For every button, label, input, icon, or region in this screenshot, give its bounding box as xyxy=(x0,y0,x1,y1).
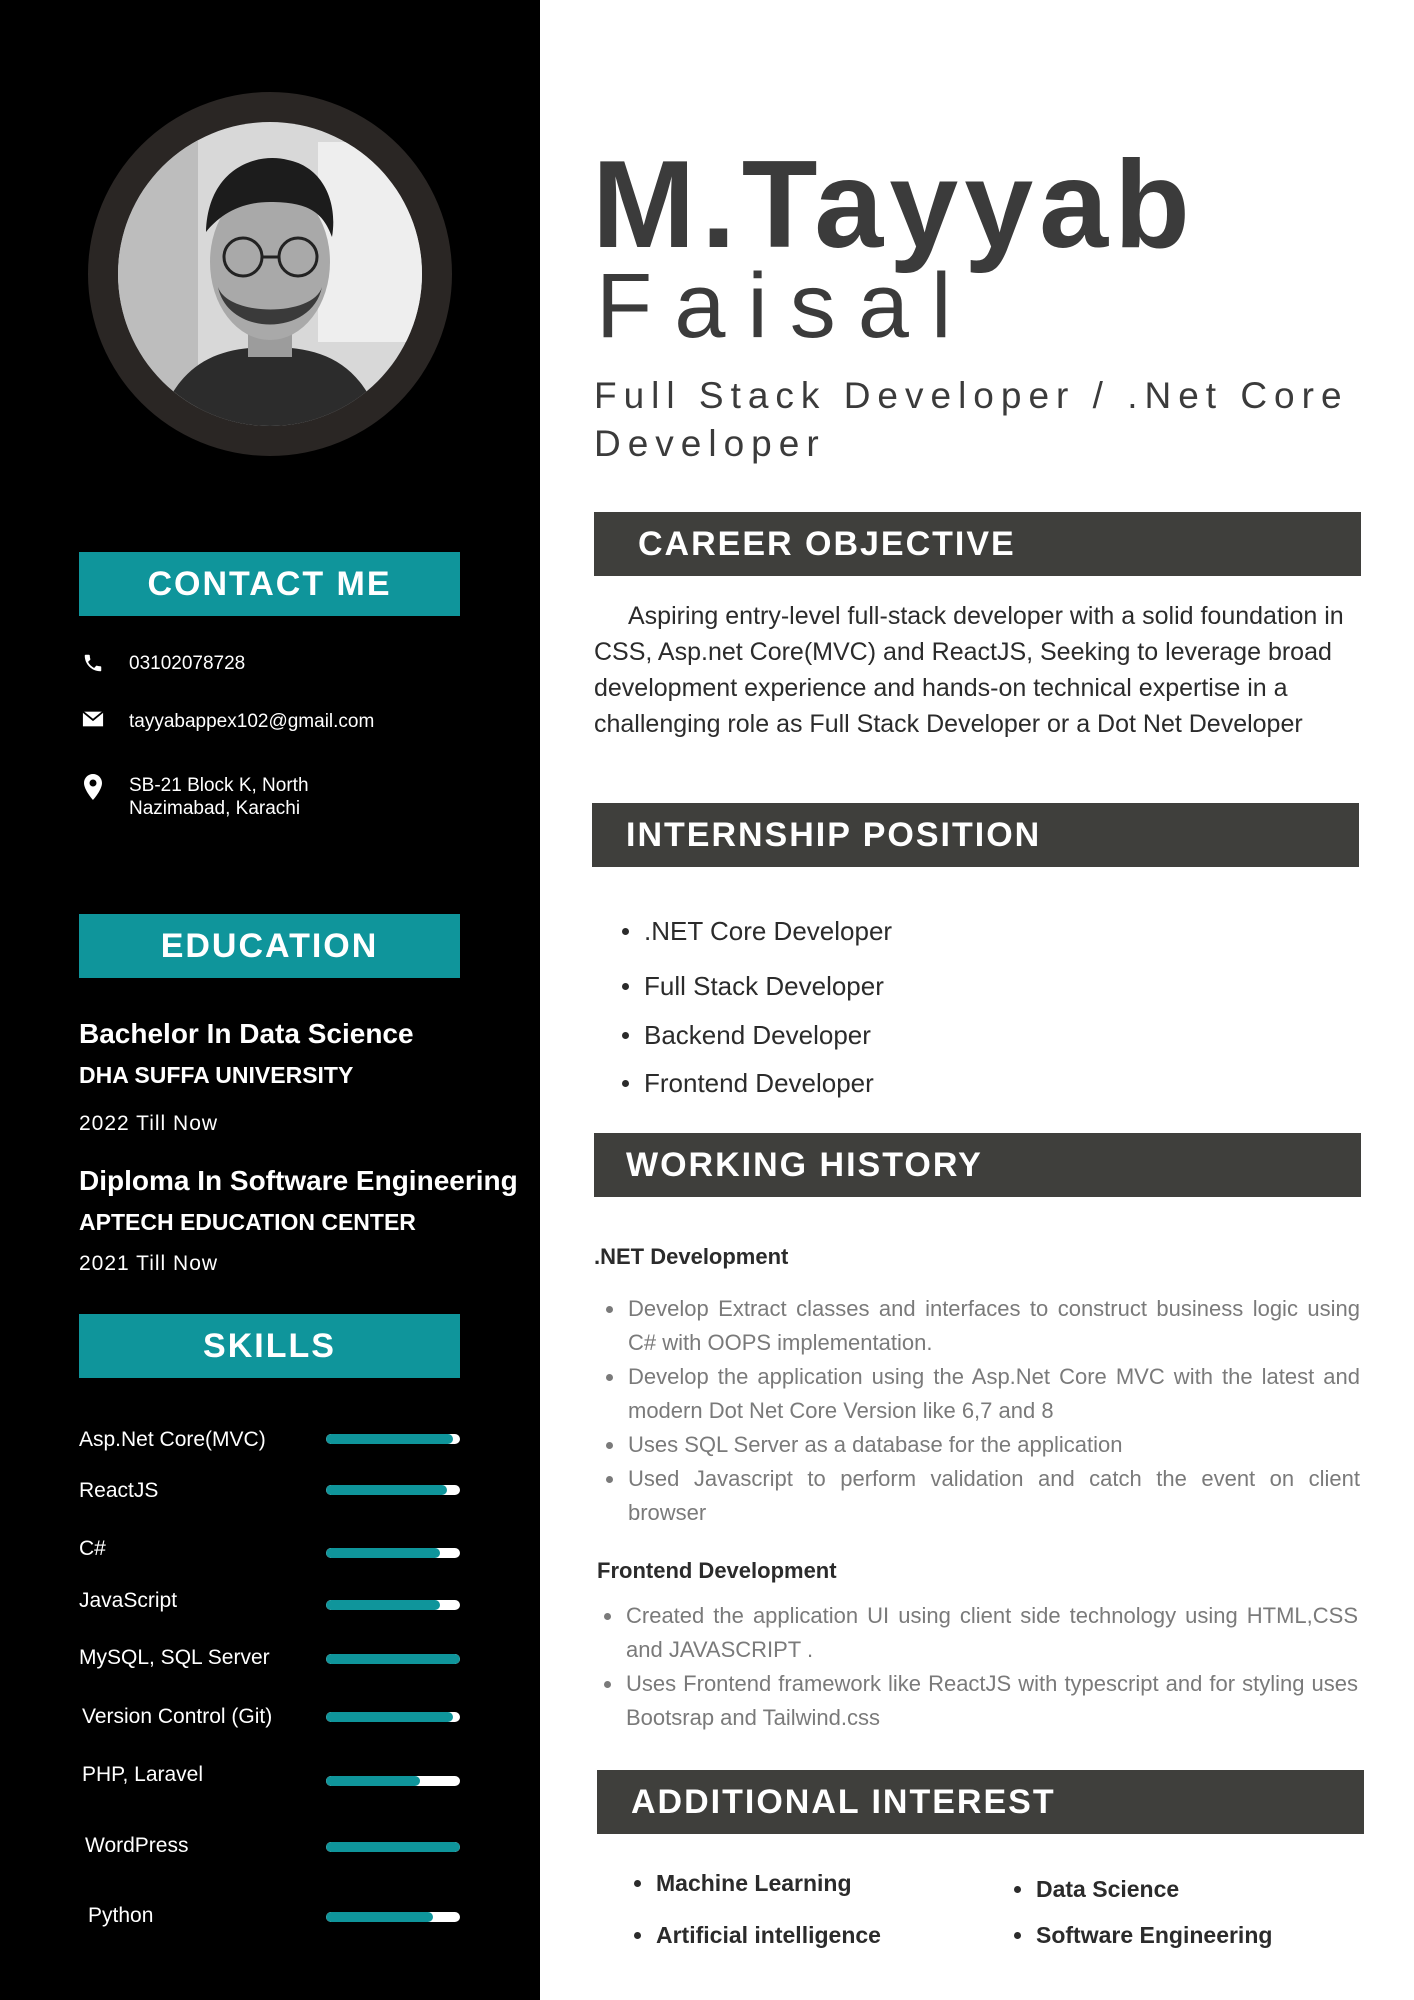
education-degree: Bachelor In Data Science xyxy=(79,1018,414,1049)
work-section-title: .NET Development xyxy=(594,1244,789,1269)
interests-list-left: Machine Learning Artificial intelligence xyxy=(622,1868,881,1950)
skill-name: PHP, Laravel xyxy=(82,1763,204,1786)
additional-interest-heading: ADDITIONAL INTEREST xyxy=(597,1770,1364,1834)
skill-bar-fill xyxy=(326,1912,434,1922)
skill-bar xyxy=(326,1912,460,1922)
list-item: Backend Developer xyxy=(610,1018,892,1052)
profile-photo xyxy=(118,122,422,426)
contact-heading: CONTACT ME xyxy=(79,552,460,616)
work-list: Created the application UI using client … xyxy=(592,1599,1358,1735)
education-heading: EDUCATION xyxy=(79,914,460,978)
education-years: 2022 Till Now xyxy=(79,1112,219,1135)
skill-bar-fill xyxy=(326,1654,460,1664)
phone-number[interactable]: 03102078728 xyxy=(129,652,245,675)
list-item: .NET Core Developer xyxy=(610,914,892,948)
list-item: Machine Learning xyxy=(622,1868,881,1898)
internship-heading: INTERNSHIP POSITION xyxy=(592,803,1359,867)
skill-bar-fill xyxy=(326,1776,420,1786)
skill-name: Version Control (Git) xyxy=(82,1705,273,1728)
skill-bar xyxy=(326,1842,460,1852)
phone-icon xyxy=(79,652,107,680)
list-item: Artificial intelligence xyxy=(622,1920,881,1950)
address: SB-21 Block K, North Nazimabad, Karachi xyxy=(129,774,309,820)
career-objective-heading: CAREER OBJECTIVE xyxy=(594,512,1361,576)
address-line-2: Nazimabad, Karachi xyxy=(129,798,301,819)
education-school: DHA SUFFA UNIVERSITY xyxy=(79,1062,354,1088)
working-history-heading: WORKING HISTORY xyxy=(594,1133,1361,1197)
location-pin-icon xyxy=(79,774,107,802)
skill-bar-fill xyxy=(326,1600,440,1610)
skill-bar xyxy=(326,1776,460,1786)
list-item: Full Stack Developer xyxy=(610,969,892,1003)
list-item: Frontend Developer xyxy=(610,1066,892,1100)
education-years: 2021 Till Now xyxy=(79,1252,219,1275)
interests-list-right: Data Science Software Engineering xyxy=(1002,1874,1272,1950)
list-item: Used Javascript to perform validation an… xyxy=(594,1462,1360,1530)
skill-bar-fill xyxy=(326,1485,447,1495)
work-section-title: Frontend Development xyxy=(597,1558,837,1583)
skill-bar xyxy=(326,1485,460,1495)
skill-bar xyxy=(326,1434,460,1444)
list-item: Uses SQL Server as a database for the ap… xyxy=(594,1428,1360,1462)
skill-name: JavaScript xyxy=(79,1589,178,1612)
list-item: Develop the application using the Asp.Ne… xyxy=(594,1360,1360,1428)
education-school: APTECH EDUCATION CENTER xyxy=(79,1209,416,1235)
skill-name: Python xyxy=(88,1904,154,1927)
list-item: Software Engineering xyxy=(1002,1920,1272,1950)
skills-heading: SKILLS xyxy=(79,1314,460,1378)
work-list: Develop Extract classes and interfaces t… xyxy=(594,1292,1360,1530)
skill-name: MySQL, SQL Server xyxy=(79,1646,270,1669)
profile-photo-frame xyxy=(88,92,452,456)
last-name: Faisal xyxy=(596,255,974,357)
skill-bar xyxy=(326,1600,460,1610)
career-objective-text: Aspiring entry-level full-stack develope… xyxy=(594,602,1344,738)
list-item: Data Science xyxy=(1002,1874,1272,1904)
first-name: M.Tayyab xyxy=(592,136,1196,274)
list-item: Uses Frontend framework like ReactJS wit… xyxy=(592,1667,1358,1735)
list-item: Created the application UI using client … xyxy=(592,1599,1358,1667)
email-address[interactable]: tayyabappex102@gmail.com xyxy=(129,710,374,733)
contact-address: SB-21 Block K, North Nazimabad, Karachi xyxy=(79,774,499,820)
list-item: Develop Extract classes and interfaces t… xyxy=(594,1292,1360,1360)
education-degree: Diploma In Software Engineering xyxy=(79,1165,518,1196)
skill-bar-fill xyxy=(326,1548,440,1558)
internship-list: .NET Core Developer Full Stack Developer… xyxy=(610,914,892,1100)
job-title: Full Stack Developer / .Net Core Develop… xyxy=(594,375,1349,464)
skill-bar-fill xyxy=(326,1712,454,1722)
skill-bar xyxy=(326,1548,460,1558)
skill-bar-fill xyxy=(326,1434,454,1444)
main-content: M.Tayyab Faisal Full Stack Developer / .… xyxy=(540,0,1414,2000)
sidebar: CONTACT ME 03102078728 tayyabappex102@gm… xyxy=(0,0,540,2000)
skill-bar xyxy=(326,1712,460,1722)
skill-bar-fill xyxy=(326,1842,460,1852)
contact-phone: 03102078728 xyxy=(79,652,499,680)
skill-name: Asp.Net Core(MVC) xyxy=(79,1428,266,1451)
skill-name: ReactJS xyxy=(79,1479,159,1502)
address-line-1: SB-21 Block K, North xyxy=(129,775,309,796)
skill-bar xyxy=(326,1654,460,1664)
skill-name: WordPress xyxy=(85,1834,189,1857)
skill-name: C# xyxy=(79,1537,106,1560)
contact-email: tayyabappex102@gmail.com xyxy=(79,710,499,738)
envelope-icon xyxy=(79,710,107,738)
